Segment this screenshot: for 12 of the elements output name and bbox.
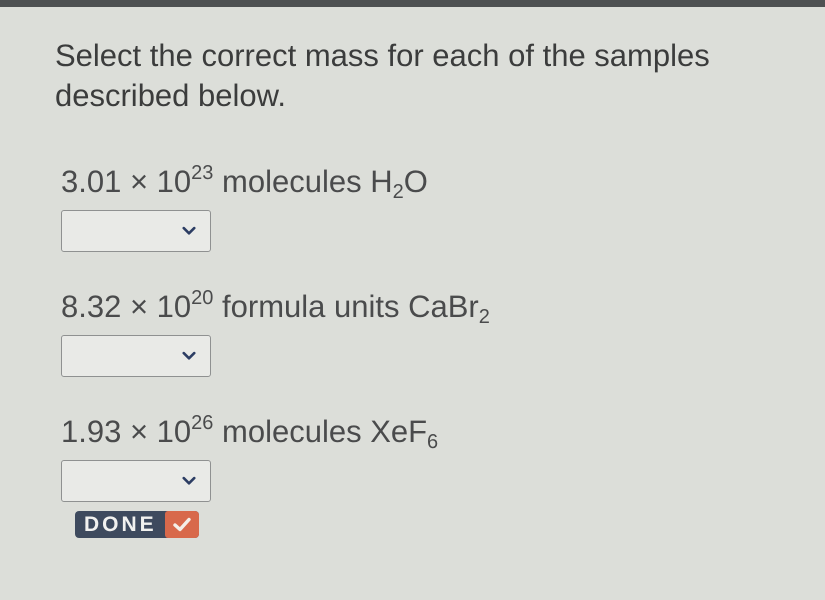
chevron-down-icon xyxy=(182,226,196,236)
question-text: Select the correct mass for each of the samples described below. xyxy=(55,37,711,115)
check-icon xyxy=(164,511,199,538)
sample-description: 3.01 × 10$^{23}$ molecules H$_{2}$O xyxy=(61,164,428,200)
done-button[interactable]: DONE xyxy=(75,511,199,538)
answer-dropdown[interactable] xyxy=(61,335,211,377)
sample-description: 8.32 × 10$^{20}$ formula units CaBr$_{2}$ xyxy=(61,289,490,325)
answer-dropdown[interactable] xyxy=(61,210,211,252)
sample-description: 1.93 × 10$^{26}$ molecules XeF$_{6}$ xyxy=(61,414,438,450)
chevron-down-icon xyxy=(182,476,196,486)
chevron-down-icon xyxy=(182,351,196,361)
answer-dropdown[interactable] xyxy=(61,460,211,502)
